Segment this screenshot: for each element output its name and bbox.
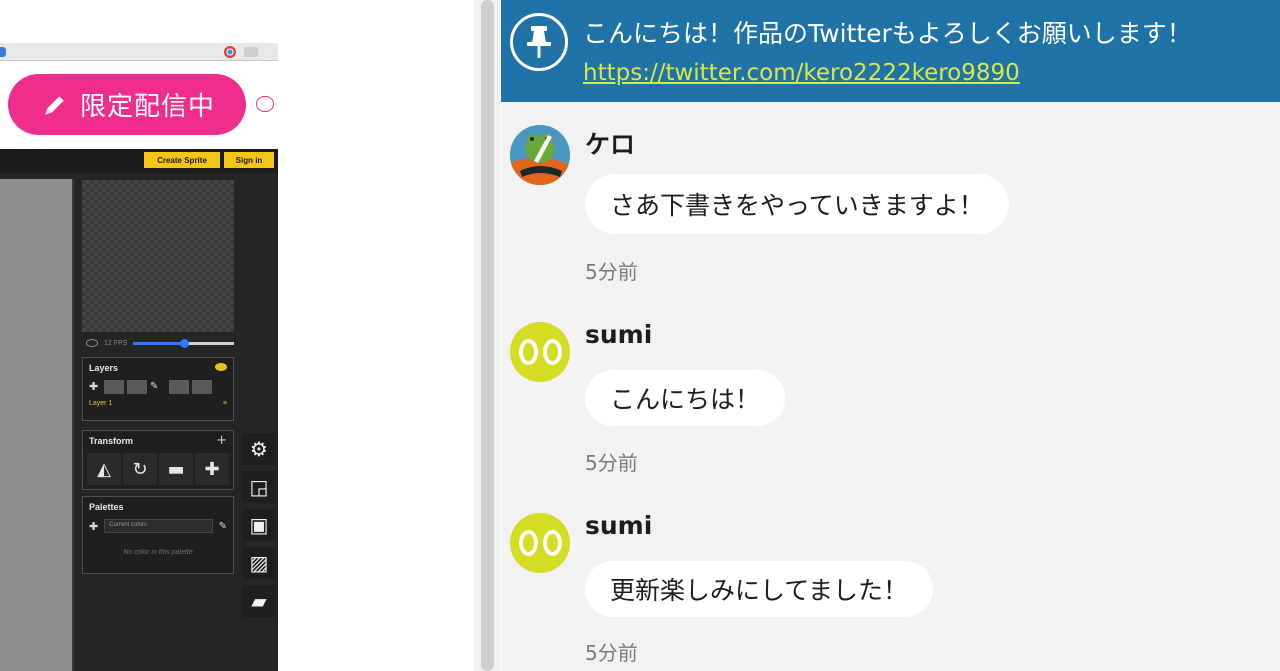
browser-logo-icon xyxy=(224,46,236,58)
fps-slider[interactable] xyxy=(133,338,234,348)
message-time: 5分前 xyxy=(585,260,638,284)
editor-topbar: Create Sprite Sign in xyxy=(0,149,278,173)
palette-empty-text: No color in this palette xyxy=(123,549,193,556)
layer-visibility-icon[interactable] xyxy=(215,363,227,371)
palettes-panel: Palettes ✚ Current colors ✎ No color in … xyxy=(82,496,234,574)
drawing-canvas[interactable] xyxy=(0,179,74,671)
animation-preview xyxy=(82,180,234,332)
palette-select[interactable]: Current colors xyxy=(104,519,213,533)
pin-icon xyxy=(510,13,568,71)
expand-transform-icon[interactable]: + xyxy=(216,433,227,448)
chat-panel: こんにちは！作品のTwitterもよろしくお願いします！ https://twi… xyxy=(501,0,1280,671)
save-icon[interactable]: ▣ xyxy=(242,509,276,541)
message-time: 5分前 xyxy=(585,451,638,475)
editor-side-toolbar: ⚙ ◲ ▣ ▨ ▰ xyxy=(242,433,276,617)
layer-item[interactable]: Layer 1 ≡ xyxy=(83,396,233,411)
sumi-avatar[interactable] xyxy=(510,513,570,573)
browser-tab-bar xyxy=(0,43,278,61)
layer-menu-icon[interactable]: ≡ xyxy=(223,400,227,407)
frog-avatar[interactable] xyxy=(510,125,570,185)
transform-toolbar: ◭ ↻ ▬ ✚ xyxy=(83,451,233,487)
message-author: ケロ xyxy=(585,130,636,159)
pinned-message: こんにちは！作品のTwitterもよろしくお願いします！ https://twi… xyxy=(501,0,1280,102)
sign-in-button[interactable]: Sign in xyxy=(224,152,274,168)
avatar-eye xyxy=(518,339,538,365)
message-bubble: こんにちは！ xyxy=(585,370,786,426)
avatar-eye xyxy=(542,339,562,365)
message-bubble: 更新楽しみにしてました！ xyxy=(585,561,934,617)
message-time: 5分前 xyxy=(585,641,638,665)
pinned-text: こんにちは！作品のTwitterもよろしくお願いします！ xyxy=(583,19,1192,48)
move-layer-up-icon[interactable] xyxy=(104,380,124,394)
frog-avatar-image xyxy=(510,125,570,185)
palette-controls: ✚ Current colors ✎ xyxy=(83,517,233,535)
message-author: sumi xyxy=(585,320,653,349)
message-author: sumi xyxy=(585,511,653,540)
chat-scrollbar-thumb[interactable] xyxy=(481,0,494,671)
extension-icon[interactable] xyxy=(244,47,258,57)
rotate-icon[interactable]: ↻ xyxy=(123,453,157,485)
avatar-eye xyxy=(518,530,538,556)
move-icon[interactable]: ✚ xyxy=(195,453,229,485)
gear-icon[interactable]: ⚙ xyxy=(242,433,276,465)
sumi-avatar[interactable] xyxy=(510,322,570,382)
palettes-title: Palettes xyxy=(89,502,124,512)
live-badge-label: 限定配信中 xyxy=(80,92,216,122)
editor-workspace: Create Sprite Sign in 12 FPS Layers ✚ ✎ … xyxy=(0,149,278,671)
merge-layer-icon[interactable] xyxy=(169,380,189,394)
fps-slider-fill xyxy=(133,341,184,345)
fps-label: 12 FPS xyxy=(104,339,128,347)
limited-live-badge: 限定配信中 xyxy=(8,74,246,135)
sheep-icon[interactable]: ▬ xyxy=(159,453,193,485)
avatar-eye xyxy=(542,530,562,556)
screenshot-stage: Create Sprite Sign in 12 FPS Layers ✚ ✎ … xyxy=(0,0,1280,671)
layers-title: Layers xyxy=(89,363,119,373)
add-layer-icon[interactable]: ✚ xyxy=(89,380,101,394)
fps-control: 12 FPS xyxy=(86,336,234,350)
rename-layer-icon[interactable]: ✎ xyxy=(150,380,166,394)
add-palette-icon[interactable]: ✚ xyxy=(89,520,98,533)
message-bubble: さあ下書きをやっていきますよ！ xyxy=(585,174,1009,234)
pencil-icon xyxy=(45,95,64,115)
onion-skin-icon[interactable] xyxy=(86,339,98,347)
pinned-link[interactable]: https://twitter.com/kero2222kero9890 xyxy=(583,56,1020,90)
delete-layer-icon[interactable] xyxy=(192,380,212,394)
layers-panel: Layers ✚ ✎ Layer 1 ≡ xyxy=(82,357,234,421)
create-sprite-button[interactable]: Create Sprite xyxy=(144,152,220,168)
notification-badge xyxy=(256,96,274,112)
layer-name: Layer 1 xyxy=(89,400,113,407)
transform-panel: Transform + ◭ ↻ ▬ ✚ xyxy=(82,430,234,490)
resize-icon[interactable]: ◲ xyxy=(242,471,276,503)
fps-slider-knob[interactable] xyxy=(179,338,189,348)
transform-title: Transform xyxy=(89,436,134,446)
layer-toolbar: ✚ ✎ xyxy=(83,378,233,396)
edit-palette-icon[interactable]: ✎ xyxy=(219,521,227,532)
tab-favicon-icon xyxy=(0,47,6,57)
folder-icon[interactable]: ▰ xyxy=(242,585,276,617)
move-layer-down-icon[interactable] xyxy=(127,380,147,394)
flip-icon[interactable]: ◭ xyxy=(87,453,121,485)
image-icon[interactable]: ▨ xyxy=(242,547,276,579)
